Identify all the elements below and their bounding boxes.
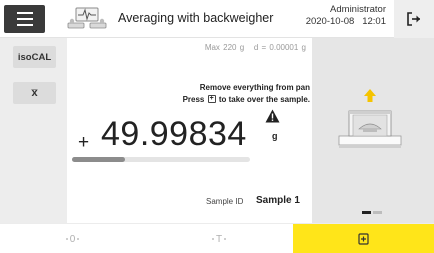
menu-button[interactable] — [4, 5, 45, 33]
menu-line — [16, 12, 33, 14]
instruction-line-1: Remove everything from pan — [199, 83, 310, 92]
user-info: Administrator 2020-10-08 12:01 — [306, 4, 386, 28]
mean-button[interactable]: x̅ — [13, 82, 56, 104]
page-title: Averaging with backweigher — [118, 11, 274, 25]
header-bar: Averaging with backweigher Administrator… — [0, 0, 434, 38]
page-indicator — [362, 211, 384, 215]
sample-id-value[interactable]: Sample 1 — [256, 195, 300, 206]
page-dot-inactive[interactable] — [373, 211, 382, 214]
tare-button[interactable]: T — [145, 224, 293, 253]
take-over-icon — [358, 233, 369, 245]
warning-icon — [265, 109, 280, 123]
isocal-button[interactable]: isoCAL — [13, 46, 56, 68]
weight-value: 49.99834 — [101, 115, 247, 153]
tare-dot-right — [224, 238, 227, 240]
instruction-takeover-text: to take over the sample. — [218, 95, 310, 104]
sample-id-label: Sample ID — [206, 197, 244, 206]
tare-label: T — [215, 233, 223, 245]
instruction-text: Remove everything from pan Press to take… — [183, 82, 310, 106]
logout-button[interactable] — [394, 0, 434, 38]
stability-progress-fill — [72, 157, 126, 162]
weight-sign: + — [78, 132, 90, 153]
backweigher-scale-icon — [67, 7, 107, 29]
zero-button[interactable]: 0 — [0, 224, 145, 253]
stability-progress-bar — [72, 157, 250, 162]
date-time: 2020-10-08 12:01 — [305, 16, 386, 27]
take-over-inline-icon — [207, 94, 216, 104]
zero-dot-left — [65, 238, 68, 240]
tare-dot-left — [211, 238, 214, 240]
footer-toolbar: 0 T — [0, 223, 434, 253]
menu-line — [16, 18, 33, 20]
balance-remove-sample-illustration — [338, 89, 402, 148]
zero-label: 0 — [69, 233, 76, 245]
balance-capacity-info: Max 220 g d = 0.00001 g — [204, 43, 306, 52]
instruction-line-2: Press to take over the sample. — [183, 94, 310, 106]
take-over-button[interactable] — [293, 224, 434, 253]
instruction-press-text: Press — [182, 95, 205, 104]
zero-dot-right — [77, 238, 80, 240]
mean-label: x̅ — [31, 87, 38, 99]
user-name: Administrator — [330, 4, 386, 15]
logout-icon — [407, 12, 420, 26]
weight-unit: g — [272, 131, 278, 141]
up-arrow-icon — [364, 89, 376, 102]
menu-line — [16, 24, 33, 26]
left-toolbar: isoCAL x̅ — [0, 38, 67, 223]
page-dot-active[interactable] — [362, 211, 371, 214]
